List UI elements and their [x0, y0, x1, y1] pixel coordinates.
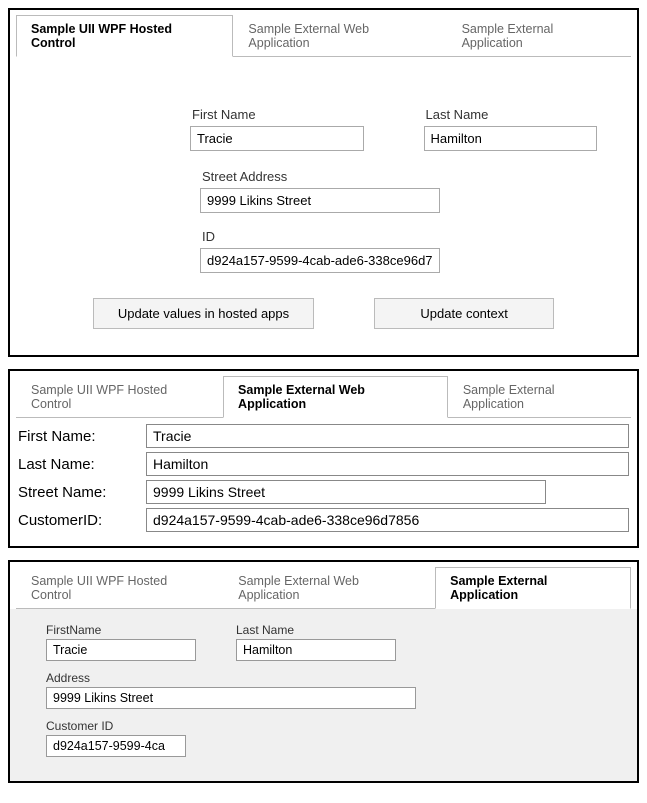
tabstrip-panel3: Sample UII WPF Hosted Control Sample Ext… — [10, 562, 637, 608]
update-context-button[interactable]: Update context — [374, 298, 554, 329]
last-name-input[interactable] — [236, 639, 396, 661]
address-label: Address — [46, 671, 617, 685]
customer-id-label: Customer ID — [46, 719, 617, 733]
tab-wpf-hosted-control[interactable]: Sample UII WPF Hosted Control — [16, 376, 223, 418]
tab-wpf-hosted-control[interactable]: Sample UII WPF Hosted Control — [16, 567, 223, 609]
address-input[interactable] — [46, 687, 416, 709]
tab-external-web-app[interactable]: Sample External Web Application — [223, 376, 448, 418]
first-name-input[interactable] — [190, 126, 364, 151]
tab-wpf-hosted-control[interactable]: Sample UII WPF Hosted Control — [16, 15, 233, 57]
update-hosted-apps-button[interactable]: Update values in hosted apps — [93, 298, 314, 329]
first-name-input[interactable] — [146, 424, 629, 448]
street-name-label: Street Name: — [18, 484, 146, 501]
panel-external-app: Sample UII WPF Hosted Control Sample Ext… — [8, 560, 639, 783]
customer-id-input[interactable] — [146, 508, 629, 532]
street-address-input[interactable] — [200, 188, 440, 213]
id-input[interactable] — [200, 248, 440, 273]
last-name-label: Last Name — [424, 107, 598, 122]
first-name-label: FirstName — [46, 623, 196, 637]
last-name-input[interactable] — [146, 452, 629, 476]
tabstrip-panel2: Sample UII WPF Hosted Control Sample Ext… — [10, 371, 637, 417]
last-name-label: Last Name — [236, 623, 396, 637]
tabstrip-panel1: Sample UII WPF Hosted Control Sample Ext… — [10, 10, 637, 56]
tab-external-app[interactable]: Sample External Application — [435, 567, 631, 609]
tab-external-web-app[interactable]: Sample External Web Application — [233, 15, 446, 57]
customer-id-label: CustomerID: — [18, 512, 146, 529]
first-name-input[interactable] — [46, 639, 196, 661]
tab-external-web-app[interactable]: Sample External Web Application — [223, 567, 435, 609]
first-name-label: First Name: — [18, 428, 146, 445]
panel-wpf-hosted-control: Sample UII WPF Hosted Control Sample Ext… — [8, 8, 639, 357]
last-name-input[interactable] — [424, 126, 598, 151]
last-name-label: Last Name: — [18, 456, 146, 473]
customer-id-input[interactable] — [46, 735, 186, 757]
tab-external-app[interactable]: Sample External Application — [448, 376, 631, 418]
street-name-input[interactable] — [146, 480, 546, 504]
first-name-label: First Name — [190, 107, 364, 122]
id-label: ID — [200, 229, 597, 244]
panel-external-web-app: Sample UII WPF Hosted Control Sample Ext… — [8, 369, 639, 548]
street-address-label: Street Address — [200, 169, 597, 184]
tab-external-app[interactable]: Sample External Application — [447, 15, 631, 57]
